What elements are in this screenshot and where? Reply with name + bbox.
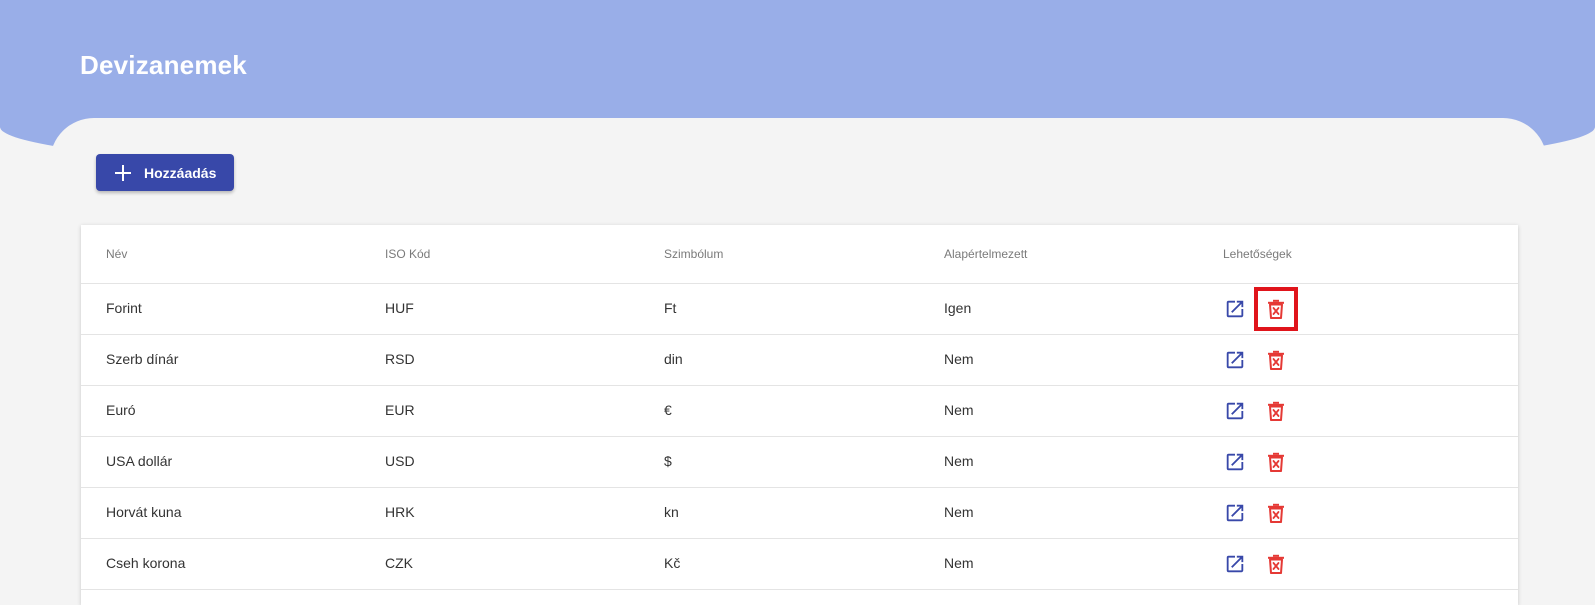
cell-symbol: € (664, 402, 672, 418)
column-header-default[interactable]: Alapértelmezett (944, 247, 1027, 261)
plus-icon (114, 164, 132, 182)
open-in-new-icon (1224, 400, 1246, 422)
add-button-label: Hozzáadás (144, 164, 217, 181)
delete-button[interactable] (1262, 448, 1290, 476)
cell-symbol: kn (664, 504, 679, 520)
cell-default: Nem (944, 351, 974, 367)
edit-button[interactable] (1221, 295, 1249, 323)
delete-forever-icon (1267, 299, 1285, 319)
cell-name: Horvát kuna (106, 504, 182, 520)
edit-button[interactable] (1221, 550, 1249, 578)
add-button[interactable]: Hozzáadás (96, 154, 234, 191)
delete-forever-icon (1267, 401, 1285, 421)
cell-default: Nem (944, 453, 974, 469)
cell-iso-code: RSD (385, 351, 415, 367)
cell-default: Nem (944, 402, 974, 418)
cell-name: Szerb dínár (106, 351, 179, 367)
table-row: Szerb dínár RSD din Nem (81, 335, 1518, 386)
open-in-new-icon (1224, 349, 1246, 371)
delete-forever-icon (1267, 554, 1285, 574)
cell-name: Forint (106, 300, 142, 316)
delete-button[interactable] (1254, 287, 1298, 331)
edit-button[interactable] (1221, 397, 1249, 425)
open-in-new-icon (1224, 451, 1246, 473)
cell-name: Euró (106, 402, 136, 418)
column-header-symbol[interactable]: Szimbólum (664, 247, 723, 261)
delete-forever-icon (1267, 503, 1285, 523)
cell-name: USA dollár (106, 453, 173, 469)
table-body: Forint HUF Ft Igen Szerb dínár RSD din Nem Euró E… (81, 284, 1518, 590)
page-title: Devizanemek (80, 50, 247, 80)
edit-button[interactable] (1221, 448, 1249, 476)
delete-button[interactable] (1262, 550, 1290, 578)
cell-symbol: Kč (664, 555, 681, 571)
cell-symbol: Ft (664, 300, 677, 316)
open-in-new-icon (1224, 298, 1246, 320)
delete-button[interactable] (1262, 397, 1290, 425)
delete-button[interactable] (1262, 499, 1290, 527)
open-in-new-icon (1224, 502, 1246, 524)
table-row: Horvát kuna HRK kn Nem (81, 488, 1518, 539)
column-header-options: Lehetőségek (1223, 247, 1292, 261)
cell-default: Nem (944, 555, 974, 571)
delete-button[interactable] (1262, 346, 1290, 374)
column-header-name[interactable]: Név (106, 247, 127, 261)
delete-forever-icon (1267, 350, 1285, 370)
cell-default: Nem (944, 504, 974, 520)
open-in-new-icon (1224, 553, 1246, 575)
cell-name: Cseh korona (106, 555, 186, 571)
table-row: Cseh korona CZK Kč Nem (81, 539, 1518, 590)
table-header: Név ISO Kód Szimbólum Alapértelmezett Le… (81, 225, 1518, 284)
cell-default: Igen (944, 300, 972, 316)
cell-symbol: $ (664, 453, 672, 469)
cell-iso-code: EUR (385, 402, 415, 418)
cell-symbol: din (664, 351, 683, 367)
currency-table: Név ISO Kód Szimbólum Alapértelmezett Le… (81, 225, 1518, 605)
table-row: USA dollár USD $ Nem (81, 437, 1518, 488)
delete-forever-icon (1267, 452, 1285, 472)
edit-button[interactable] (1221, 346, 1249, 374)
table-row: Forint HUF Ft Igen (81, 284, 1518, 335)
cell-iso-code: CZK (385, 555, 413, 571)
cell-iso-code: HUF (385, 300, 414, 316)
column-header-iso[interactable]: ISO Kód (385, 247, 430, 261)
table-row: Euró EUR € Nem (81, 386, 1518, 437)
cell-iso-code: USD (385, 453, 415, 469)
edit-button[interactable] (1221, 499, 1249, 527)
cell-iso-code: HRK (385, 504, 415, 520)
